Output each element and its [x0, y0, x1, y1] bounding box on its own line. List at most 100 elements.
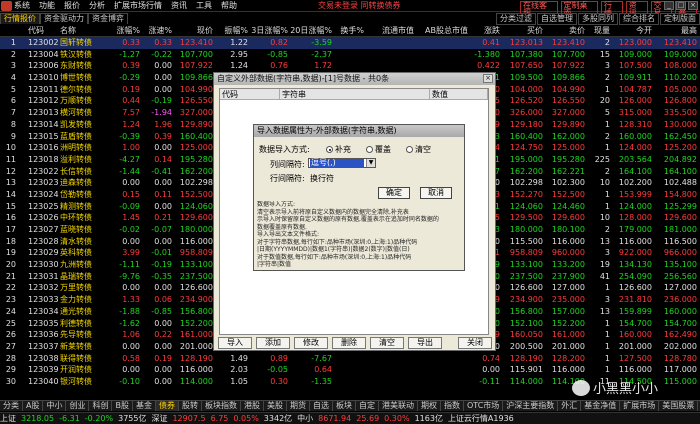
tab-button[interactable]: 综合排名: [619, 13, 659, 25]
market-tab[interactable]: 期权: [418, 401, 441, 411]
market-tab[interactable]: 创业: [66, 401, 90, 411]
column-header[interactable]: 卖价: [543, 25, 585, 37]
column-header[interactable]: 换手%: [336, 25, 364, 37]
cell-price: 102.298: [179, 178, 213, 188]
tab-item[interactable]: 资金驱动力: [40, 13, 88, 24]
minimize-icon[interactable]: _: [664, 1, 674, 10]
table-row[interactable]: 29 123039 开润转债 0.00 0.00 116.000 2.03 -0.05 0.64…: [0, 364, 700, 376]
menu-item[interactable]: 系统: [14, 1, 30, 11]
import-button[interactable]: 导入: [218, 337, 252, 349]
column-header[interactable]: 涨跌: [470, 25, 500, 37]
cell-bid: 326.000: [509, 108, 543, 118]
market-tab[interactable]: 分类: [0, 401, 23, 411]
tab-button[interactable]: 多股同列: [578, 13, 618, 25]
market-tab[interactable]: 美国股票: [659, 401, 699, 411]
table-row[interactable]: 28 123038 联得转债 0.58 0.19 128.190 1.49 0.89 -7.67…: [0, 353, 700, 365]
column-header[interactable]: 现量: [588, 25, 610, 37]
menu-item[interactable]: 功能: [39, 1, 55, 11]
column-header[interactable]: 涨速%: [142, 25, 172, 37]
option-clear[interactable]: 清空: [406, 144, 431, 155]
tab-item[interactable]: 资金博弈: [88, 13, 128, 24]
column-header[interactable]: 20日涨幅%: [290, 25, 332, 37]
cell-high: 130.000: [663, 119, 697, 129]
column-header[interactable]: 振幅%: [218, 25, 248, 37]
column-header[interactable]: 涨幅%: [108, 25, 140, 37]
column-header[interactable]: AB股总市值: [418, 25, 468, 37]
column-header[interactable]: 现价: [173, 25, 213, 37]
menu-item[interactable]: 分析: [89, 1, 105, 11]
close-button[interactable]: 关闭: [458, 337, 492, 349]
maximize-icon[interactable]: □: [676, 1, 686, 10]
cell-ask: 123.410: [551, 38, 585, 47]
market-tab[interactable]: 自定: [356, 401, 379, 411]
column-header[interactable]: 最高: [655, 25, 697, 37]
market-tab[interactable]: 板块: [333, 401, 356, 411]
delete-button[interactable]: 删除: [332, 337, 366, 349]
market-tab[interactable]: 自选: [310, 401, 333, 411]
edit-button[interactable]: 修改: [294, 337, 328, 349]
market-tab[interactable]: 扩展市场: [620, 401, 660, 411]
cancel-button[interactable]: 取消: [420, 187, 452, 199]
menu-item[interactable]: 工具: [196, 1, 212, 11]
ok-button[interactable]: 确定: [378, 187, 410, 199]
cell-d20: -3.59: [311, 38, 332, 47]
chevron-down-icon[interactable]: ▼: [366, 159, 375, 167]
market-tab[interactable]: 沪深主要指数: [503, 401, 559, 411]
tab-button[interactable]: 自选管理: [537, 13, 577, 25]
option-append[interactable]: 补充: [326, 144, 351, 155]
column-header[interactable]: 3日涨幅%: [250, 25, 288, 37]
market-tab[interactable]: 港股: [241, 401, 264, 411]
radio-clear-icon[interactable]: [406, 146, 413, 153]
market-tab[interactable]: 中小: [43, 401, 67, 411]
close-icon[interactable]: ×: [483, 74, 493, 83]
grid-header-value[interactable]: 数值: [430, 89, 488, 100]
column-header[interactable]: 流通市值: [368, 25, 414, 37]
cell-spd: -0.41: [151, 166, 172, 176]
close-window-icon[interactable]: ×: [688, 1, 698, 10]
tab-button[interactable]: 定制版面: [660, 13, 700, 25]
import-dialog-title: 导入数据属性为-外部数据(字符串,数据): [254, 125, 464, 137]
table-row[interactable]: 3 123006 东财转债 0.39 0.00 107.922 1.24 0.76 1.72 0.…: [0, 60, 700, 72]
market-tab[interactable]: OTC市场: [464, 401, 504, 411]
cell-high: 125.299: [663, 201, 697, 211]
market-tab[interactable]: 科创: [89, 401, 113, 411]
market-tab[interactable]: 港美联动: [379, 401, 418, 411]
market-tab[interactable]: 基金: [133, 401, 156, 411]
menu-item[interactable]: 报价: [64, 1, 80, 11]
cell-spd: 0.39: [154, 131, 172, 141]
column-separator-select[interactable]: 逗号(,) ▼: [308, 158, 376, 168]
column-header[interactable]: 今开: [612, 25, 652, 37]
radio-append-icon[interactable]: [326, 146, 333, 153]
radio-overwrite-icon[interactable]: [366, 146, 373, 153]
market-tab[interactable]: 外汇: [558, 401, 582, 411]
table-row[interactable]: 2 123004 铁汉转债 -1.27 -0.22 107.700 2.95 -0.85 -2.…: [0, 49, 700, 61]
menu-item[interactable]: 帮助: [221, 1, 237, 11]
add-button[interactable]: 添加: [256, 337, 290, 349]
tab-button[interactable]: 分类过滤: [496, 13, 536, 25]
market-tab[interactable]: 期货: [287, 401, 310, 411]
market-tab[interactable]: A股: [23, 401, 44, 411]
cell-code: 123030: [28, 260, 59, 270]
market-tab[interactable]: 基金净值: [581, 401, 621, 411]
export-button[interactable]: 导出: [408, 337, 442, 349]
market-tab[interactable]: 美股: [264, 401, 287, 411]
column-header[interactable]: 买价: [503, 25, 543, 37]
cell-spd: -0.19: [151, 96, 172, 106]
market-tab[interactable]: B股: [112, 401, 133, 411]
menu-item[interactable]: 资讯: [171, 1, 187, 11]
menu-item[interactable]: 扩展市场行情: [114, 1, 162, 11]
clear-button[interactable]: 清空: [370, 337, 404, 349]
market-tab[interactable]: 板块指数: [202, 401, 241, 411]
market-tab[interactable]: 股转: [179, 401, 202, 411]
grid-header-string[interactable]: 字符串: [280, 89, 430, 100]
cell-high: 164.100: [663, 166, 697, 176]
option-overwrite[interactable]: 覆盖: [366, 144, 391, 155]
cell-ask: 152.200: [551, 318, 585, 328]
column-header[interactable]: 代码: [28, 25, 58, 37]
market-tab[interactable]: 指数: [441, 401, 464, 411]
grid-header-code[interactable]: 代码: [220, 89, 280, 100]
tab-item[interactable]: 行情报价: [0, 13, 40, 24]
market-tab[interactable]: 债券: [155, 401, 179, 411]
table-row[interactable]: 1 123002 国轩转债 0.33 0.33 123.410 1.22 0.82 -3.59 0…: [0, 37, 700, 49]
column-header[interactable]: 名称: [60, 25, 110, 37]
